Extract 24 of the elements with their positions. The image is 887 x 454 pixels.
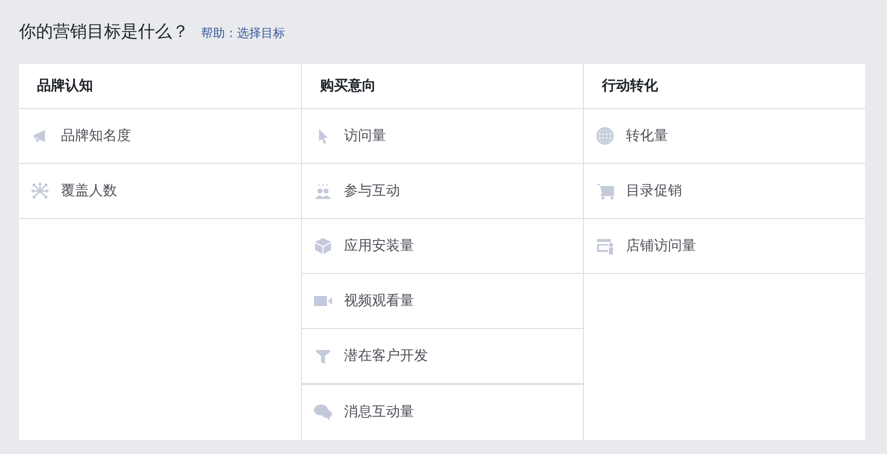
objective-option[interactable]: 潜在客户开发: [302, 329, 583, 384]
objective-option[interactable]: 参与互动: [302, 164, 583, 219]
objective-option[interactable]: 目录促销: [584, 164, 865, 219]
objective-option[interactable]: 访问量: [302, 109, 583, 164]
chat-bubbles-icon: [314, 403, 332, 421]
objective-option[interactable]: 覆盖人数: [19, 164, 301, 219]
funnel-icon: [314, 347, 332, 365]
objective-option[interactable]: 品牌知名度: [19, 109, 301, 164]
people-icon: [314, 182, 332, 200]
objective-option[interactable]: 店铺访问量: [584, 219, 865, 274]
objective-option[interactable]: 消息互动量: [302, 384, 583, 439]
page-title: 你的营销目标是什么？: [19, 21, 189, 43]
help-link[interactable]: 帮助：选择目标: [201, 25, 285, 42]
column-header: 品牌认知: [37, 77, 93, 95]
column-header: 购买意向: [320, 77, 376, 95]
objective-option[interactable]: 视频观看量: [302, 274, 583, 329]
network-icon: [31, 182, 49, 200]
storefront-icon: [596, 237, 614, 255]
cube-icon: [314, 237, 332, 255]
objective-option[interactable]: 转化量: [584, 109, 865, 164]
shopping-cart-icon: [596, 182, 614, 200]
globe-icon: [596, 127, 614, 145]
column-header: 行动转化: [602, 77, 658, 95]
objective-option[interactable]: 应用安装量: [302, 219, 583, 274]
